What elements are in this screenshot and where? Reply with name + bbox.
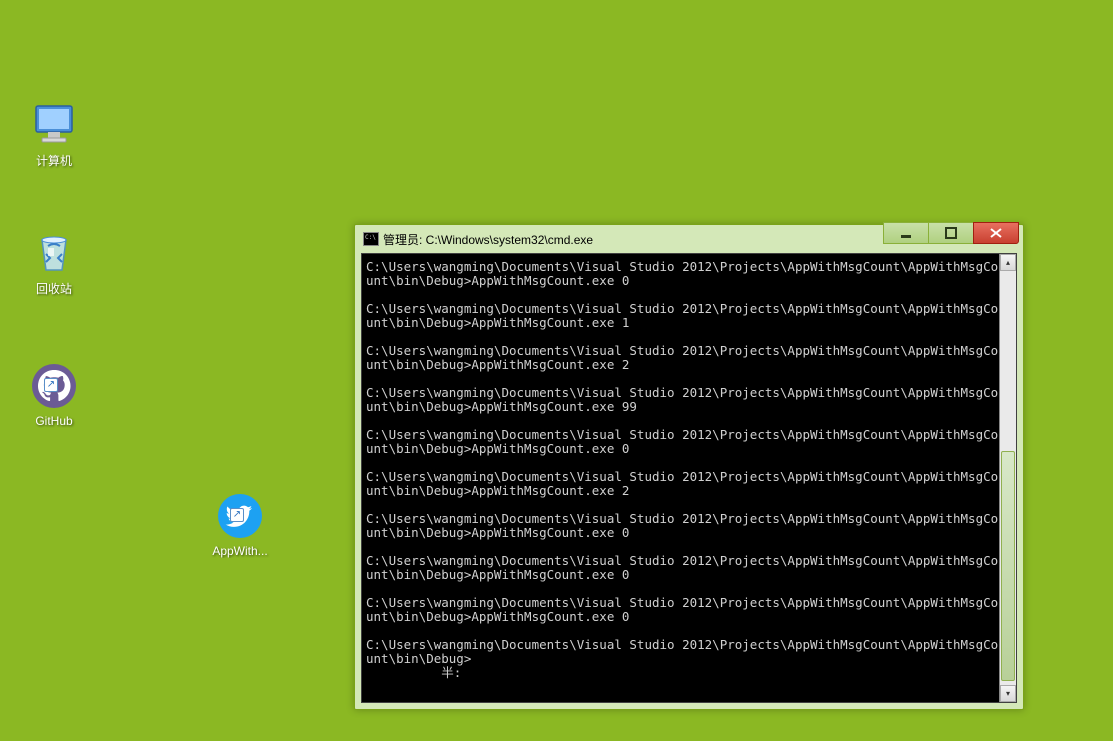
minimize-icon bbox=[900, 227, 912, 239]
appwith-label: AppWith... bbox=[200, 544, 280, 558]
vertical-scrollbar[interactable]: ▴ ▾ bbox=[999, 254, 1016, 702]
cmd-output[interactable]: C:\Users\wangming\Documents\Visual Studi… bbox=[362, 254, 999, 702]
cmd-client-area: C:\Users\wangming\Documents\Visual Studi… bbox=[361, 253, 1017, 703]
close-button[interactable] bbox=[973, 222, 1019, 244]
cmd-app-icon bbox=[363, 232, 379, 246]
shortcut-arrow-icon: ↗ bbox=[230, 508, 244, 522]
computer-monitor-icon bbox=[30, 100, 78, 148]
minimize-button[interactable] bbox=[883, 222, 929, 244]
scroll-down-button[interactable]: ▾ bbox=[1000, 685, 1016, 702]
cmd-titlebar[interactable]: 管理员: C:\Windows\system32\cmd.exe bbox=[355, 225, 1023, 253]
recycle-bin-label: 回收站 bbox=[14, 280, 94, 297]
scroll-track[interactable] bbox=[1000, 271, 1016, 685]
github-label: GitHub bbox=[14, 414, 94, 428]
computer-label: 计算机 bbox=[14, 152, 94, 169]
maximize-button[interactable] bbox=[928, 222, 974, 244]
github-icon[interactable]: ↗ GitHub bbox=[14, 362, 94, 428]
scroll-up-button[interactable]: ▴ bbox=[1000, 254, 1016, 271]
close-icon bbox=[989, 227, 1003, 239]
cmd-title: 管理员: C:\Windows\system32\cmd.exe bbox=[383, 231, 593, 248]
appwith-icon[interactable]: ↗ AppWith... bbox=[200, 492, 280, 558]
maximize-icon bbox=[945, 227, 957, 239]
github-glyph-icon: ↗ bbox=[30, 362, 78, 410]
shortcut-arrow-icon: ↗ bbox=[44, 378, 58, 392]
recycle-bin-glyph-icon bbox=[30, 228, 78, 276]
twitter-glyph-icon: ↗ bbox=[216, 492, 264, 540]
window-controls bbox=[884, 222, 1019, 244]
scroll-thumb[interactable] bbox=[1001, 451, 1015, 681]
cmd-window[interactable]: 管理员: C:\Windows\system32\cmd.exe C:\User… bbox=[354, 224, 1024, 710]
recycle-bin-icon[interactable]: 回收站 bbox=[14, 228, 94, 297]
computer-icon[interactable]: 计算机 bbox=[14, 100, 94, 169]
